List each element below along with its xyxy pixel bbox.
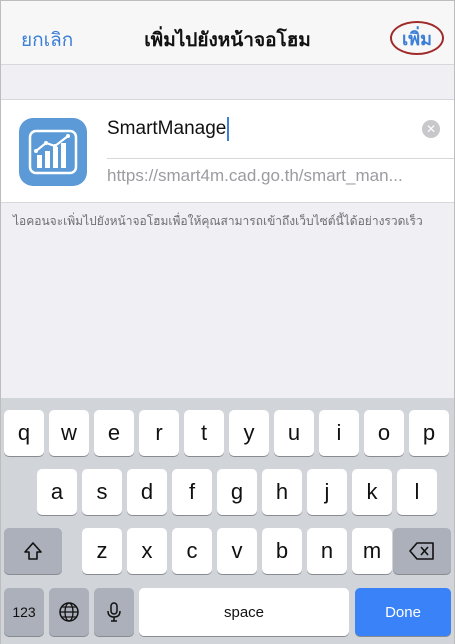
key-x[interactable]: x [127,528,167,574]
key-a[interactable]: a [37,469,77,515]
microphone-icon [107,602,121,622]
shift-arrow-icon [24,542,42,560]
key-d[interactable]: d [127,469,167,515]
key-o[interactable]: o [364,410,404,456]
bookmark-card: SmartManage ✕ https://smart4m.cad.go.th/… [1,99,454,203]
key-u[interactable]: u [274,410,314,456]
key-h[interactable]: h [262,469,302,515]
key-w[interactable]: w [49,410,89,456]
done-key[interactable]: Done [355,588,451,636]
text-caret [227,116,230,141]
key-s[interactable]: s [82,469,122,515]
globe-key[interactable] [49,588,89,636]
key-j[interactable]: j [307,469,347,515]
keyboard: q w e r t y u i o p a s d f g h j k l z … [1,398,454,644]
backspace-key[interactable] [393,528,451,574]
key-i[interactable]: i [319,410,359,456]
key-c[interactable]: c [172,528,212,574]
key-t[interactable]: t [184,410,224,456]
key-y[interactable]: y [229,410,269,456]
field-divider [107,158,454,159]
key-g[interactable]: g [217,469,257,515]
globe-icon [59,602,79,622]
space-key[interactable]: space [139,588,349,636]
key-k[interactable]: k [352,469,392,515]
dictation-key[interactable] [94,588,134,636]
key-p[interactable]: p [409,410,449,456]
name-field-value: SmartManage [107,118,227,139]
key-n[interactable]: n [307,528,347,574]
key-f[interactable]: f [172,469,212,515]
app-icon [19,118,87,186]
shift-key[interactable] [4,528,62,574]
key-m[interactable]: m [352,528,392,574]
key-q[interactable]: q [4,410,44,456]
key-b[interactable]: b [262,528,302,574]
clear-icon[interactable]: ✕ [422,120,440,138]
add-button[interactable]: เพิ่ม [390,21,444,55]
numbers-key[interactable]: 123 [4,588,44,636]
key-r[interactable]: r [139,410,179,456]
hint-text: ไอคอนจะเพิ่มไปยังหน้าจอโฮมเพื่อให้คุณสาม… [13,214,423,228]
key-z[interactable]: z [82,528,122,574]
url-field: https://smart4m.cad.go.th/smart_man... [107,166,403,185]
key-e[interactable]: e [94,410,134,456]
page-title: เพิ่มไปยังหน้าจอโฮม [144,29,311,51]
backspace-icon [409,542,434,560]
key-l[interactable]: l [397,469,437,515]
chart-icon [28,129,78,175]
key-v[interactable]: v [217,528,257,574]
add-button-label: เพิ่ม [402,28,432,50]
navigation-bar: ยกเลิก เพิ่มไปยังหน้าจอโฮม เพิ่ม [1,1,454,65]
name-field[interactable]: SmartManage [107,114,437,144]
